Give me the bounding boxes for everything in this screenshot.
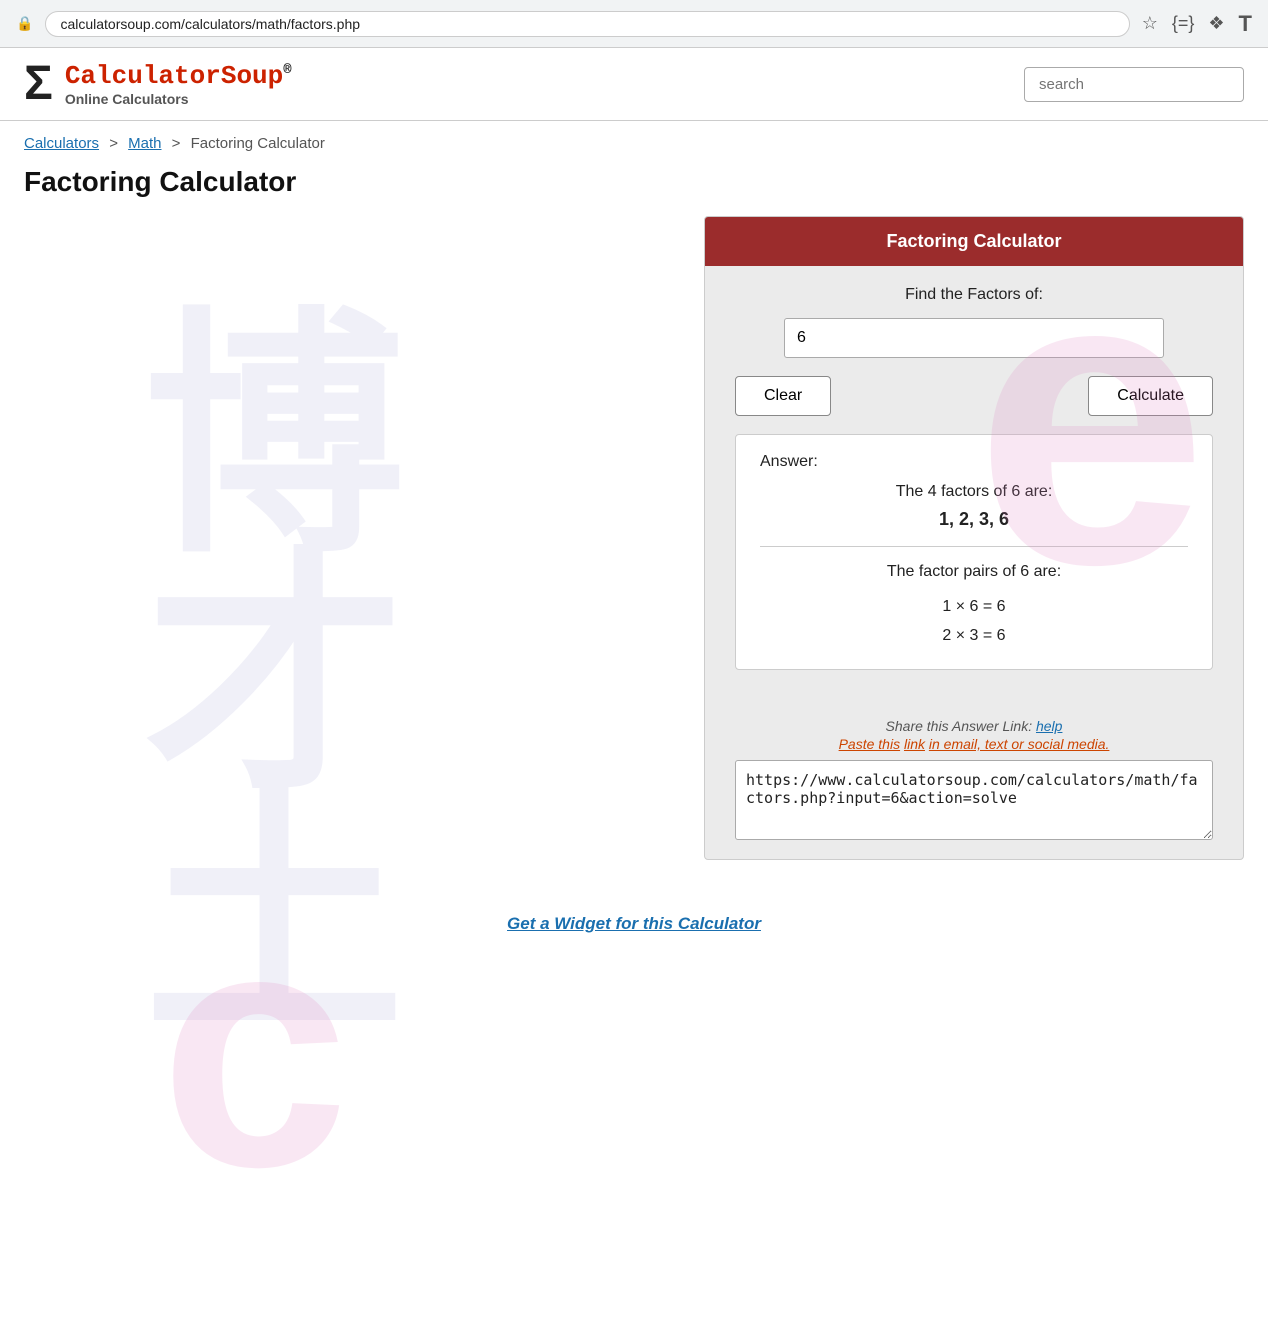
widget-link[interactable]: Get a Widget for this Calculator — [507, 914, 761, 933]
tagline: Online Calculators — [65, 91, 292, 107]
pair-line-2: 2 × 3 = 6 — [760, 622, 1188, 651]
calculator-widget: Factoring Calculator Find the Factors of… — [704, 216, 1244, 860]
main-content: Factoring Calculator Find the Factors of… — [0, 216, 1268, 900]
browser-bar: 🔒 calculatorsoup.com/calculators/math/fa… — [0, 0, 1268, 48]
breadcrumb-current: Factoring Calculator — [191, 135, 325, 152]
share-label: Share this Answer Link: help — [735, 718, 1213, 734]
calc-body: Find the Factors of: Clear Calculate Ans… — [705, 266, 1243, 708]
calculate-button[interactable]: Calculate — [1088, 376, 1213, 416]
share-note-link[interactable]: link — [904, 736, 925, 752]
text-icon[interactable]: T — [1239, 11, 1252, 37]
brand-part2: Soup — [221, 61, 283, 91]
code-icon[interactable]: {=} — [1172, 13, 1195, 34]
page-title: Factoring Calculator — [0, 160, 1268, 216]
share-section: Share this Answer Link: help Paste this … — [705, 708, 1243, 859]
answer-box: Answer: The 4 factors of 6 are: 1, 2, 3,… — [735, 434, 1213, 670]
breadcrumb-sep1: > — [109, 135, 118, 152]
calc-buttons: Clear Calculate — [735, 376, 1213, 416]
lock-icon: 🔒 — [16, 15, 33, 32]
brand-name: CalculatorSoup® — [65, 61, 292, 91]
share-url-input[interactable]: https://www.calculatorsoup.com/calculato… — [735, 760, 1213, 840]
logo-text: CalculatorSoup® Online Calculators — [65, 61, 292, 107]
site-header: Σ CalculatorSoup® Online Calculators — [0, 48, 1268, 121]
registered: ® — [283, 62, 291, 78]
logo-area: Σ CalculatorSoup® Online Calculators — [24, 60, 292, 108]
breadcrumb-sep2: > — [172, 135, 181, 152]
clear-button[interactable]: Clear — [735, 376, 831, 416]
brand-part1: Calculator — [65, 61, 221, 91]
browser-icons: ☆ {=} ❖ T — [1142, 11, 1252, 37]
share-label-text: Share this Answer Link: — [886, 718, 1033, 734]
dropbox-icon[interactable]: ❖ — [1208, 13, 1224, 34]
calc-widget-header: Factoring Calculator — [705, 217, 1243, 266]
share-note-part1: Paste this — [839, 736, 900, 752]
answer-pairs: 1 × 6 = 6 2 × 3 = 6 — [760, 593, 1188, 651]
page-wrapper: 博才土 e c Σ CalculatorSoup® Online Calcula… — [0, 48, 1268, 1318]
answer-description: The 4 factors of 6 are: — [760, 483, 1188, 501]
breadcrumb-math[interactable]: Math — [128, 135, 161, 152]
breadcrumb-calculators[interactable]: Calculators — [24, 135, 99, 152]
calc-find-label: Find the Factors of: — [735, 286, 1213, 304]
share-note: Paste this link in email, text or social… — [735, 736, 1213, 752]
url-bar[interactable]: calculatorsoup.com/calculators/math/fact… — [45, 11, 1129, 37]
breadcrumb: Calculators > Math > Factoring Calculato… — [0, 121, 1268, 160]
share-help-link[interactable]: help — [1036, 718, 1062, 734]
pair-line-1: 1 × 6 = 6 — [760, 593, 1188, 622]
search-input[interactable] — [1024, 67, 1244, 102]
calc-number-input[interactable] — [784, 318, 1164, 358]
answer-factors: 1, 2, 3, 6 — [760, 509, 1188, 547]
share-note-part2: in email, text or social media. — [929, 736, 1110, 752]
star-icon[interactable]: ☆ — [1142, 13, 1158, 34]
answer-label: Answer: — [760, 453, 1188, 471]
answer-pairs-label: The factor pairs of 6 are: — [760, 563, 1188, 581]
widget-link-bar: Get a Widget for this Calculator — [0, 900, 1268, 934]
sigma-icon: Σ — [24, 60, 53, 108]
